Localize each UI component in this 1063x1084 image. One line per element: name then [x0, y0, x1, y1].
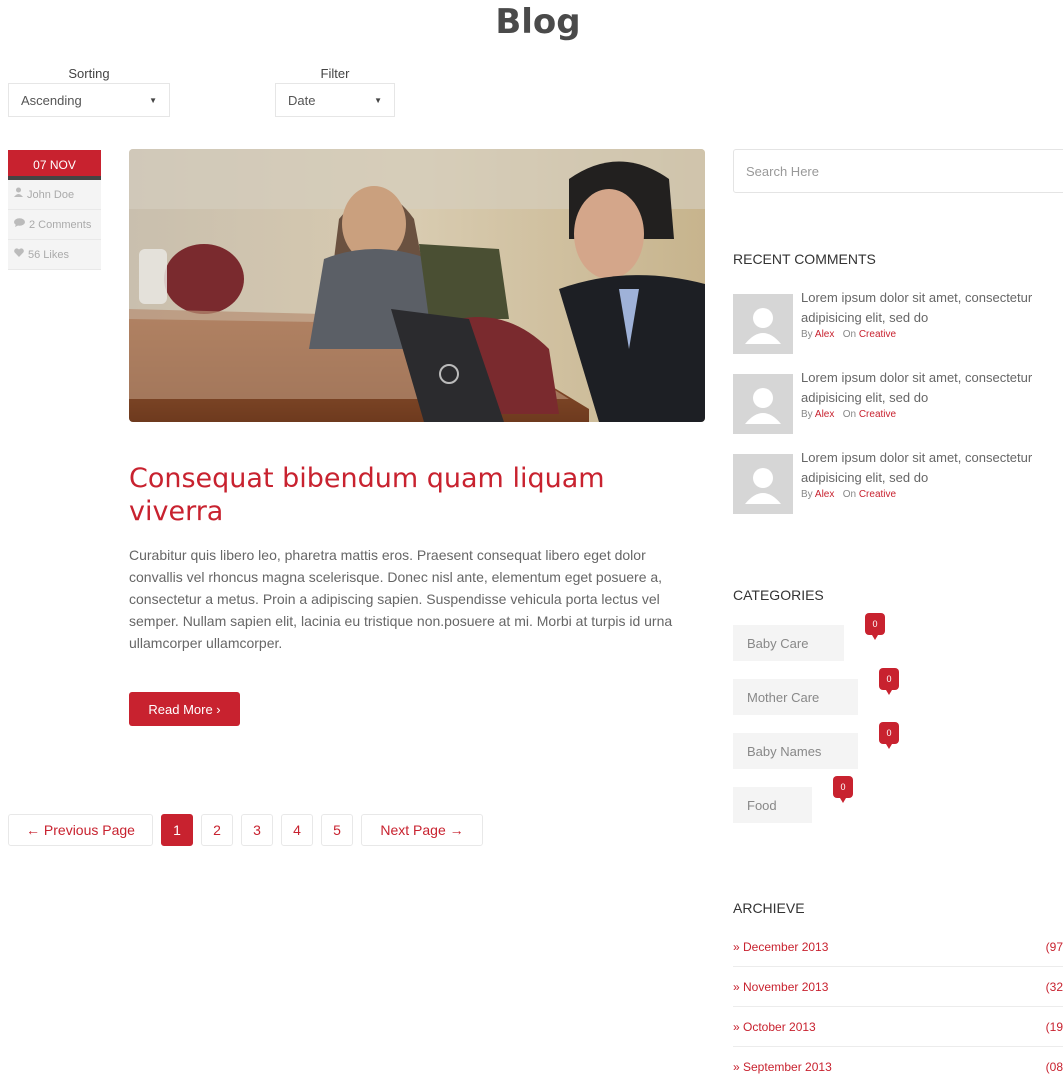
user-avatar-icon	[745, 388, 781, 424]
read-more-button[interactable]: Read More ›	[129, 692, 240, 726]
page-title: Blog	[495, 2, 581, 42]
user-icon	[14, 180, 23, 210]
archive-month: » December 2013	[733, 939, 829, 954]
comment-text: Lorem ipsum dolor sit amet, consectetur …	[801, 370, 1033, 405]
search-input[interactable]: Search Here	[733, 149, 1063, 193]
archive-month: » October 2013	[733, 1019, 816, 1034]
comment-item: Lorem ipsum dolor sit amet, consectetur …	[733, 370, 1063, 434]
post-author[interactable]: John Doe	[8, 180, 101, 210]
archive-item[interactable]: » November 2013 (32	[733, 967, 1063, 1007]
category-baby-care[interactable]: Baby Care	[733, 625, 844, 661]
post-comments-count: 2 Comments	[29, 218, 92, 231]
archive-item[interactable]: » December 2013 (97	[733, 927, 1063, 967]
archive-month: » September 2013	[733, 1060, 832, 1074]
avatar	[733, 374, 793, 434]
page-button-1[interactable]: 1	[161, 814, 193, 846]
comment-meta: By Alex On Creative	[801, 408, 1063, 422]
comment-category-link[interactable]: Creative	[859, 489, 896, 500]
post-body: Curabitur quis libero leo, pharetra matt…	[129, 547, 673, 651]
post-likes[interactable]: 56 Likes	[8, 240, 101, 270]
heart-icon	[14, 240, 24, 270]
post-meta: 07 NOV John Doe 2 Comments 56 Likes	[8, 150, 101, 270]
archive-month: » November 2013	[733, 979, 829, 994]
filter-value: Date	[288, 92, 316, 108]
sorting-select[interactable]: Ascending ▼	[8, 83, 170, 117]
category-count-badge: 0	[833, 776, 853, 803]
previous-page-button[interactable]: ← Previous Page	[8, 814, 153, 846]
comment-text: Lorem ipsum dolor sit amet, consectetur …	[801, 290, 1033, 325]
comment-on-label: On	[842, 329, 857, 340]
archive-count: (08	[1045, 1060, 1063, 1074]
category-baby-names[interactable]: Baby Names	[733, 733, 858, 769]
category-count-badge: 0	[865, 613, 885, 640]
comment-on-label: On	[842, 409, 857, 420]
comment-category-link[interactable]: Creative	[859, 409, 896, 420]
archive-count: (32	[1045, 979, 1063, 994]
chevron-down-icon: ▼	[149, 95, 157, 105]
comment-author-link[interactable]: Alex	[815, 409, 834, 420]
comment-meta: By Alex On Creative	[801, 488, 1063, 502]
filter-control: Filter Date ▼	[275, 66, 395, 117]
avatar	[733, 454, 793, 514]
comment-by-label: By	[801, 329, 813, 340]
post-date: 07 NOV	[8, 150, 101, 180]
page-button-3[interactable]: 3	[241, 814, 273, 846]
filter-label: Filter	[320, 66, 350, 81]
categories-title: CATEGORIES	[733, 587, 824, 603]
post-author-name: John Doe	[27, 188, 75, 201]
archive-count: (97	[1045, 939, 1063, 954]
comment-author-link[interactable]: Alex	[815, 489, 834, 500]
comment-author-link[interactable]: Alex	[815, 329, 834, 340]
comment-text: Lorem ipsum dolor sit amet, consectetur …	[801, 450, 1033, 485]
category-count-badge: 0	[879, 722, 899, 749]
post-image[interactable]	[129, 149, 705, 422]
comment-item: Lorem ipsum dolor sit amet, consectetur …	[733, 450, 1063, 514]
next-page-button[interactable]: Next Page →	[361, 814, 483, 846]
comment-item: Lorem ipsum dolor sit amet, consectetur …	[733, 290, 1063, 354]
post-likes-count: 56 Likes	[28, 248, 69, 261]
category-food[interactable]: Food	[733, 787, 812, 823]
page-button-5[interactable]: 5	[321, 814, 353, 846]
archive-count: (19	[1045, 1019, 1063, 1034]
post-comments[interactable]: 2 Comments	[8, 210, 101, 240]
avatar	[733, 294, 793, 354]
chevron-down-icon: ▼	[374, 95, 382, 105]
comment-on-label: On	[842, 489, 857, 500]
comment-by-label: By	[801, 489, 813, 500]
page-button-4[interactable]: 4	[281, 814, 313, 846]
archive-item[interactable]: » September 2013 (08	[733, 1047, 1063, 1084]
sorting-value: Ascending	[21, 92, 82, 108]
user-avatar-icon	[745, 308, 781, 344]
filter-select[interactable]: Date ▼	[275, 83, 395, 117]
sorting-control: Sorting Ascending ▼	[8, 66, 170, 117]
category-mother-care[interactable]: Mother Care	[733, 679, 858, 715]
user-avatar-icon	[745, 468, 781, 504]
pagination: ← Previous Page 1 2 3 4 5 Next Page →	[8, 814, 483, 846]
archieve-title: ARCHIEVE	[733, 900, 805, 916]
category-count-badge: 0	[879, 668, 899, 695]
sorting-label: Sorting	[68, 66, 110, 81]
comment-icon	[14, 210, 25, 240]
archive-item[interactable]: » October 2013 (19	[733, 1007, 1063, 1047]
post-title[interactable]: Consequat bibendum quam liquam viverra	[129, 462, 689, 528]
comment-category-link[interactable]: Creative	[859, 329, 896, 340]
comment-meta: By Alex On Creative	[801, 328, 1063, 342]
page-button-2[interactable]: 2	[201, 814, 233, 846]
comment-by-label: By	[801, 409, 813, 420]
recent-comments-title: RECENT COMMENTS	[733, 251, 876, 267]
